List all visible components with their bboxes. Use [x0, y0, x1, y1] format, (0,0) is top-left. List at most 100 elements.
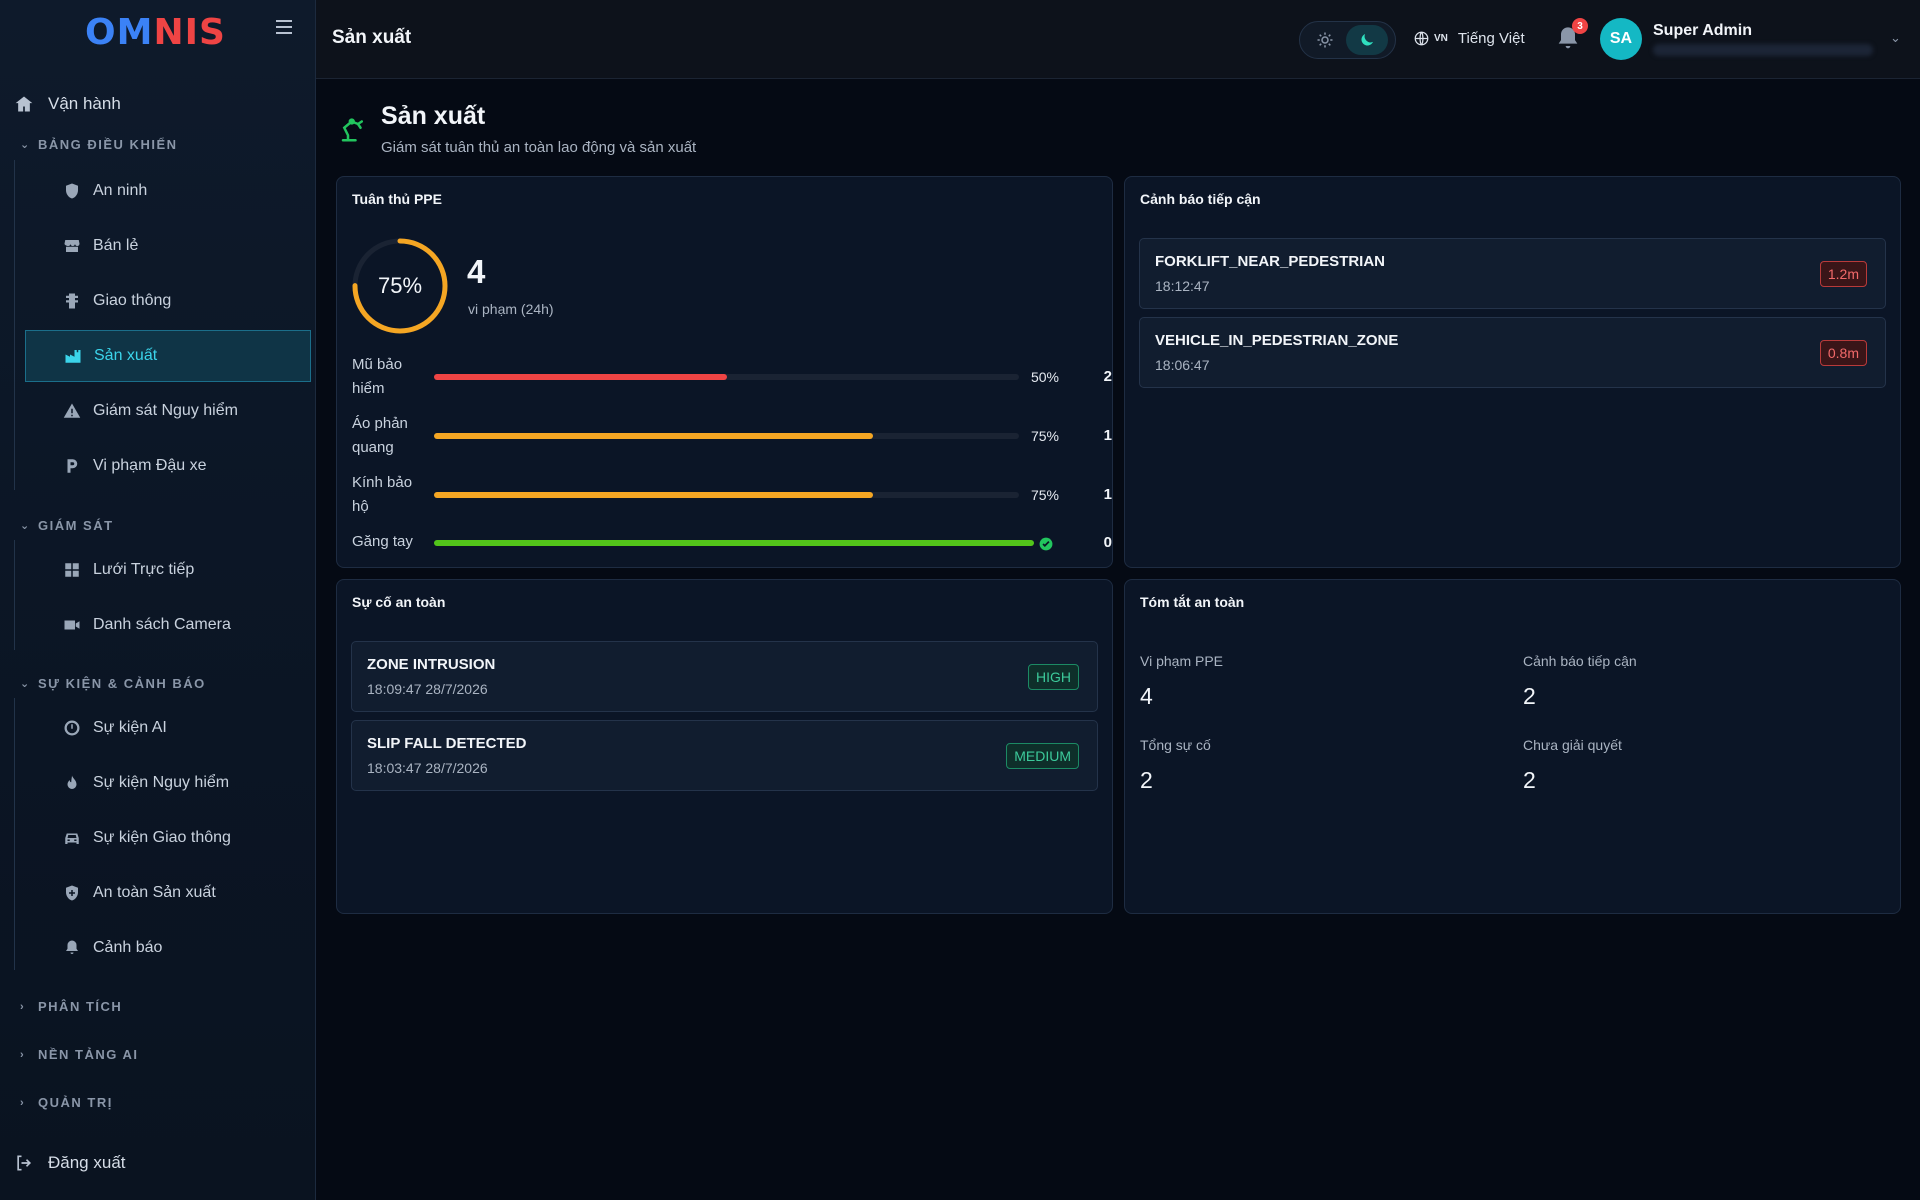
section-analytics[interactable]: › PHÂN TÍCH [20, 999, 122, 1014]
topbar: Sản xuất VN Tiếng Việt 3 SA Super Admin … [316, 0, 1920, 79]
section-label: BẢNG ĐIỀU KHIỂN [38, 137, 178, 152]
incident-time: 18:03:47 28/7/2026 [367, 760, 488, 776]
ppe-progress-fill [434, 540, 1034, 546]
section-administration[interactable]: › QUẢN TRỊ [20, 1095, 113, 1110]
incident-item[interactable]: SLIP FALL DETECTED 18:03:47 28/7/2026 ME… [351, 720, 1098, 791]
logout-button[interactable]: Đăng xuất [14, 1153, 126, 1173]
ppe-violation-count: 0 [1103, 534, 1112, 551]
sidebar-item-label: Cảnh báo [93, 939, 163, 956]
theme-toggle[interactable] [1299, 21, 1396, 59]
sidebar-item-label: An toàn Sản xuất [93, 884, 216, 901]
ppe-item-name: Găng tay [352, 533, 413, 550]
section-dashboard[interactable]: ⌄ BẢNG ĐIỀU KHIỂN [20, 137, 178, 152]
alert-time: 18:06:47 [1155, 357, 1210, 373]
section-label: NỀN TẢNG AI [38, 1047, 139, 1062]
summary-ppe-label: Vi phạm PPE [1140, 653, 1224, 669]
bell-icon [66, 940, 78, 954]
sidebar-item-label: Bán lẻ [93, 237, 139, 254]
ppe-item-name: Kính bảo hộ [352, 474, 413, 515]
summary-proximity-label: Cảnh báo tiếp cận [1523, 653, 1637, 669]
ppe-progress-track [434, 540, 1034, 546]
alert-name: VEHICLE_IN_PEDESTRIAN_ZONE [1155, 332, 1399, 349]
user-avatar[interactable]: SA [1600, 18, 1642, 60]
ppe-progress-fill [434, 492, 873, 498]
sun-icon [1317, 32, 1333, 48]
section-label: PHÂN TÍCH [38, 999, 123, 1014]
summary-unresolved-value: 2 [1523, 767, 1536, 793]
ppe-violation-count: 2 [1103, 368, 1112, 385]
summary-proximity-value: 2 [1523, 683, 1536, 709]
sidebar-item-label: Sản xuất [94, 347, 158, 364]
section-label: SỰ KIỆN & CẢNH BÁO [38, 676, 206, 691]
sidebar-item-alerts[interactable]: Cảnh báo [25, 922, 311, 974]
sidebar-item-camera-list[interactable]: Danh sách Camera [25, 599, 311, 651]
sidebar-item-traffic[interactable]: Giao thông [25, 275, 311, 327]
sidebar-item-live-grid[interactable]: Lưới Trực tiếp [25, 544, 311, 596]
sidebar-item-hazard-events[interactable]: Sự kiện Nguy hiểm [25, 757, 311, 809]
moon-icon [1361, 34, 1373, 46]
sidebar-item-label: Lưới Trực tiếp [93, 561, 195, 578]
incident-item[interactable]: ZONE INTRUSION 18:09:47 28/7/2026 HIGH [351, 641, 1098, 712]
chevron-down-icon: ⌄ [20, 139, 31, 151]
ppe-progress-fill [434, 433, 873, 439]
ppe-row-vest: Áo phản quang 75% 1 [352, 412, 1112, 460]
proximity-alert-item[interactable]: VEHICLE_IN_PEDESTRIAN_ZONE 18:06:47 0.8m [1139, 317, 1886, 388]
fire-icon [67, 775, 77, 789]
sidebar-item-production-safety[interactable]: An toàn Sản xuất [25, 867, 311, 919]
shield-plus-icon [66, 885, 78, 901]
topbar-title: Sản xuất [332, 27, 412, 48]
ai-icon [64, 720, 80, 736]
check-circle-icon [1039, 537, 1053, 551]
summary-incidents-value: 2 [1140, 767, 1153, 793]
incident-name: SLIP FALL DETECTED [367, 735, 527, 752]
dark-mode-button[interactable] [1346, 25, 1388, 55]
sidebar-item-retail[interactable]: Bán lẻ [25, 220, 311, 272]
ppe-violation-count: 1 [1103, 486, 1112, 503]
shield-icon [66, 183, 78, 199]
section-monitoring[interactable]: ⌄ GIÁM SÁT [20, 518, 114, 533]
ppe-progress-fill [434, 374, 727, 380]
alert-name: FORKLIFT_NEAR_PEDESTRIAN [1155, 253, 1386, 270]
omnis-logo[interactable]: OM NIS [85, 12, 226, 53]
sidebar-item-operations[interactable]: Vận hành [14, 90, 121, 118]
section-label: QUẢN TRỊ [38, 1095, 113, 1110]
store-icon [64, 240, 80, 252]
sidebar-item-production[interactable]: Sản xuất [25, 330, 311, 382]
language-code: VN [1434, 33, 1448, 44]
grid-icon [65, 563, 79, 577]
severity-badge: MEDIUM [1006, 743, 1079, 769]
notification-badge: 3 [1572, 18, 1588, 34]
severity-badge: HIGH [1028, 664, 1079, 690]
sidebar-item-ai-events[interactable]: Sự kiện AI [25, 702, 311, 754]
ppe-progress-track [434, 492, 1019, 498]
car-icon [65, 833, 79, 844]
language-selector[interactable]: VN Tiếng Việt [1414, 30, 1525, 47]
sidebar-item-traffic-events[interactable]: Sự kiện Giao thông [25, 812, 311, 864]
section-events-alerts[interactable]: ⌄ SỰ KIỆN & CẢNH BÁO [20, 676, 206, 691]
home-icon [15, 96, 33, 112]
proximity-alert-item[interactable]: FORKLIFT_NEAR_PEDESTRIAN 18:12:47 1.2m [1139, 238, 1886, 309]
chevron-down-icon: ⌄ [20, 520, 31, 532]
card-title: Tóm tắt an toàn [1140, 594, 1245, 610]
page-subtitle: Giám sát tuân thủ an toàn lao động và sả… [381, 139, 697, 156]
factory-icon [65, 350, 81, 363]
alert-time: 18:12:47 [1155, 278, 1210, 294]
violations-label: vi phạm (24h) [468, 301, 554, 317]
sidebar-item-label: Vận hành [48, 94, 121, 113]
user-menu-chevron-down-icon[interactable]: ⌄ [1890, 30, 1901, 46]
ppe-item-name: Áo phản quang [352, 415, 408, 456]
light-mode-button[interactable] [1304, 25, 1346, 55]
chevron-down-icon: ⌄ [20, 678, 31, 690]
sidebar-item-security[interactable]: An ninh [25, 165, 311, 217]
sidebar-item-label: Giao thông [93, 292, 172, 309]
section-label: GIÁM SÁT [38, 518, 114, 533]
sidebar-item-hazard-monitoring[interactable]: Giám sát Nguy hiểm [25, 385, 311, 437]
ppe-compliance-card: Tuân thủ PPE 75% 4 vi phạm (24h) Mũ bảo … [336, 176, 1113, 568]
menu-toggle-icon[interactable] [276, 20, 292, 34]
card-title: Tuân thủ PPE [352, 191, 442, 207]
section-ai-platform[interactable]: › NỀN TẢNG AI [20, 1047, 139, 1062]
section-guide-line [14, 160, 15, 490]
incident-name: ZONE INTRUSION [367, 656, 496, 673]
sidebar-item-parking-violation[interactable]: Vi phạm Đậu xe [25, 440, 311, 492]
ppe-violation-count: 1 [1103, 427, 1112, 444]
